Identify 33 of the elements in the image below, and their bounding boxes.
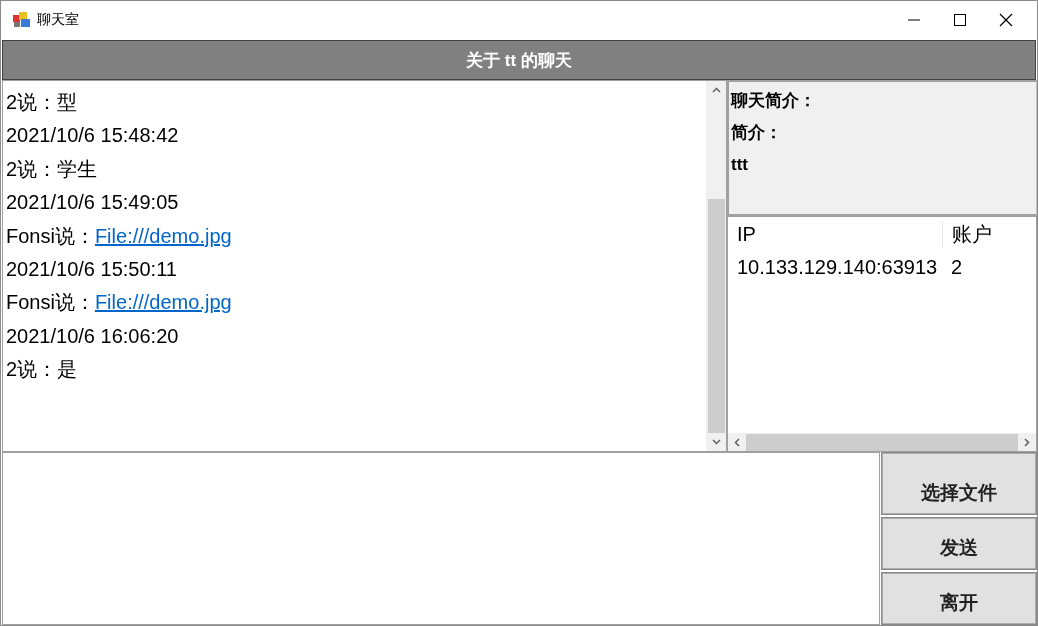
message-text: 2说：型	[6, 90, 79, 115]
table-cell-text: 2	[950, 255, 963, 279]
action-button[interactable]: 离开	[882, 573, 1036, 624]
app-icon	[13, 12, 31, 28]
maximize-icon[interactable]	[954, 14, 966, 26]
action-button[interactable]: 发送	[882, 518, 1036, 569]
action-button[interactable]: 选择文件	[882, 453, 1036, 514]
close-icon[interactable]	[999, 13, 1013, 27]
file-link[interactable]: File:///demo.jpg	[94, 291, 232, 314]
window-title: 聊天室	[37, 11, 79, 29]
scroll-right-icon[interactable]	[1024, 437, 1030, 447]
scroll-left-icon[interactable]	[734, 437, 740, 447]
column-header[interactable]: IP	[728, 222, 942, 246]
info-value: ttt	[731, 154, 749, 176]
column-header[interactable]: 账户	[942, 220, 992, 248]
message-text: 2说：是	[6, 357, 79, 383]
scrollbar-thumb[interactable]	[707, 199, 725, 433]
table-cell-text: 10.133.129.140:63913	[736, 255, 939, 279]
message-time: 2021/10/6 15:48:42	[6, 123, 180, 149]
file-link[interactable]: File:///demo.jpg	[94, 224, 232, 247]
message-time: 2021/10/6 15:49:05	[6, 190, 180, 216]
scrollbar-thumb[interactable]	[746, 433, 1018, 451]
scroll-up-icon[interactable]	[711, 87, 721, 93]
scroll-down-icon[interactable]	[711, 439, 721, 445]
message-input[interactable]	[2, 452, 880, 625]
info-label: 简介：	[731, 122, 783, 144]
message-sender: Fonsi说：	[6, 224, 95, 247]
message-sender: Fonsi说：	[6, 291, 95, 314]
message-time: 2021/10/6 16:06:20	[6, 323, 180, 349]
message-time: 2021/10/6 15:50:11	[6, 256, 178, 282]
message-text: 2说：学生	[6, 156, 99, 182]
info-heading: 聊天简介：	[731, 90, 817, 112]
chat-header: 关于 tt 的聊天	[2, 40, 1036, 80]
